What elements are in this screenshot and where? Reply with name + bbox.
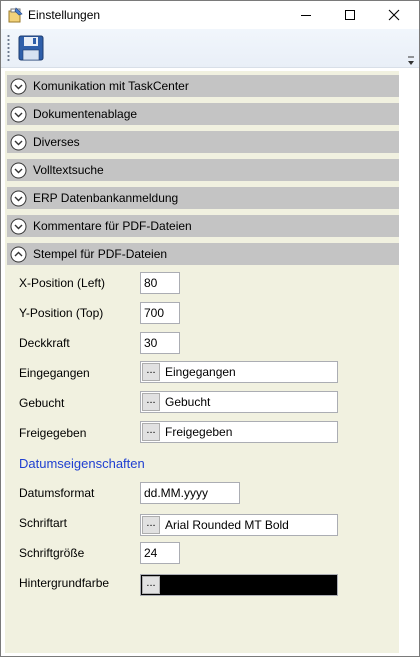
floppy-disk-icon xyxy=(18,35,44,61)
chevron-down-icon xyxy=(10,190,27,206)
section-header-stempel[interactable]: Stempel für PDF-Dateien xyxy=(7,243,399,265)
font-size-input[interactable]: 24 xyxy=(140,542,180,564)
booked-label: Gebucht xyxy=(19,396,65,410)
maximize-button[interactable] xyxy=(328,1,372,29)
settings-app-icon xyxy=(8,7,23,23)
chevron-down-icon xyxy=(10,162,27,178)
font-label: Schriftart xyxy=(19,516,68,530)
approved-picker: ... Freigegeben xyxy=(140,421,338,443)
approved-value[interactable]: Freigegeben xyxy=(165,425,232,439)
section-label: ERP Datenbankanmeldung xyxy=(33,191,179,205)
close-icon xyxy=(388,9,400,21)
section-label: Komunikation mit TaskCenter xyxy=(33,79,189,93)
font-browse-button[interactable]: ... xyxy=(142,516,160,534)
toolbar-overflow-icon[interactable] xyxy=(406,55,416,67)
background-color-browse-button[interactable]: ... xyxy=(142,576,160,594)
section-label: Diverses xyxy=(33,135,80,149)
chevron-up-icon xyxy=(10,246,27,262)
maximize-icon xyxy=(345,10,355,20)
x-position-label: X-Position (Left) xyxy=(19,276,106,290)
vertical-scrollbar[interactable] xyxy=(401,71,417,653)
close-button[interactable] xyxy=(372,1,416,29)
section-header-kommentare[interactable]: Kommentare für PDF-Dateien xyxy=(7,215,399,237)
scrollbar-track[interactable] xyxy=(401,71,417,653)
background-color-label: Hintergrundfarbe xyxy=(19,576,110,590)
section-label: Stempel für PDF-Dateien xyxy=(33,247,168,261)
settings-panel: Komunikation mit TaskCenter Dokumentenab… xyxy=(5,71,399,653)
date-format-input[interactable]: dd.MM.yyyy xyxy=(140,482,240,504)
font-value[interactable]: Arial Rounded MT Bold xyxy=(165,518,289,532)
section-header-dokumentenablage[interactable]: Dokumentenablage xyxy=(7,103,399,125)
received-browse-button[interactable]: ... xyxy=(142,363,160,381)
received-label: Eingegangen xyxy=(19,366,90,380)
background-color-picker: ... xyxy=(140,574,338,596)
date-format-label: Datumsformat xyxy=(19,486,95,500)
toolbar-grip[interactable] xyxy=(7,34,10,62)
section-label: Kommentare für PDF-Dateien xyxy=(33,219,192,233)
section-label: Volltextsuche xyxy=(33,163,104,177)
title-bar[interactable]: Einstellungen xyxy=(1,1,419,29)
opacity-input[interactable]: 30 xyxy=(140,332,180,354)
chevron-down-icon xyxy=(10,78,27,94)
y-position-label: Y-Position (Top) xyxy=(19,306,104,320)
save-button[interactable] xyxy=(15,33,47,63)
window-title: Einstellungen xyxy=(28,8,101,22)
section-header-volltextsuche[interactable]: Volltextsuche xyxy=(7,159,399,181)
approved-browse-button[interactable]: ... xyxy=(142,423,160,441)
font-size-label: Schriftgröße xyxy=(19,546,85,560)
approved-label: Freigegeben xyxy=(19,426,87,440)
font-picker: ... Arial Rounded MT Bold xyxy=(140,514,338,536)
toolbar xyxy=(1,29,419,68)
section-header-erp[interactable]: ERP Datenbankanmeldung xyxy=(7,187,399,209)
minimize-icon xyxy=(301,15,311,16)
chevron-down-icon xyxy=(10,134,27,150)
x-position-input[interactable]: 80 xyxy=(140,272,180,294)
date-properties-heading: Datumseigenschaften xyxy=(19,456,145,471)
received-picker: ... Eingegangen xyxy=(140,361,338,383)
minimize-button[interactable] xyxy=(284,1,328,29)
section-header-diverses[interactable]: Diverses xyxy=(7,131,399,153)
opacity-label: Deckkraft xyxy=(19,336,70,350)
chevron-down-icon xyxy=(10,218,27,234)
background-color-swatch[interactable] xyxy=(163,576,335,594)
booked-browse-button[interactable]: ... xyxy=(142,393,160,411)
section-header-taskcenter[interactable]: Komunikation mit TaskCenter xyxy=(7,75,399,97)
y-position-input[interactable]: 700 xyxy=(140,302,180,324)
settings-window: Einstellungen Komunikation mit TaskCente… xyxy=(0,0,420,657)
booked-picker: ... Gebucht xyxy=(140,391,338,413)
section-label: Dokumentenablage xyxy=(33,107,138,121)
booked-value[interactable]: Gebucht xyxy=(165,395,210,409)
received-value[interactable]: Eingegangen xyxy=(165,365,236,379)
chevron-down-icon xyxy=(10,106,27,122)
